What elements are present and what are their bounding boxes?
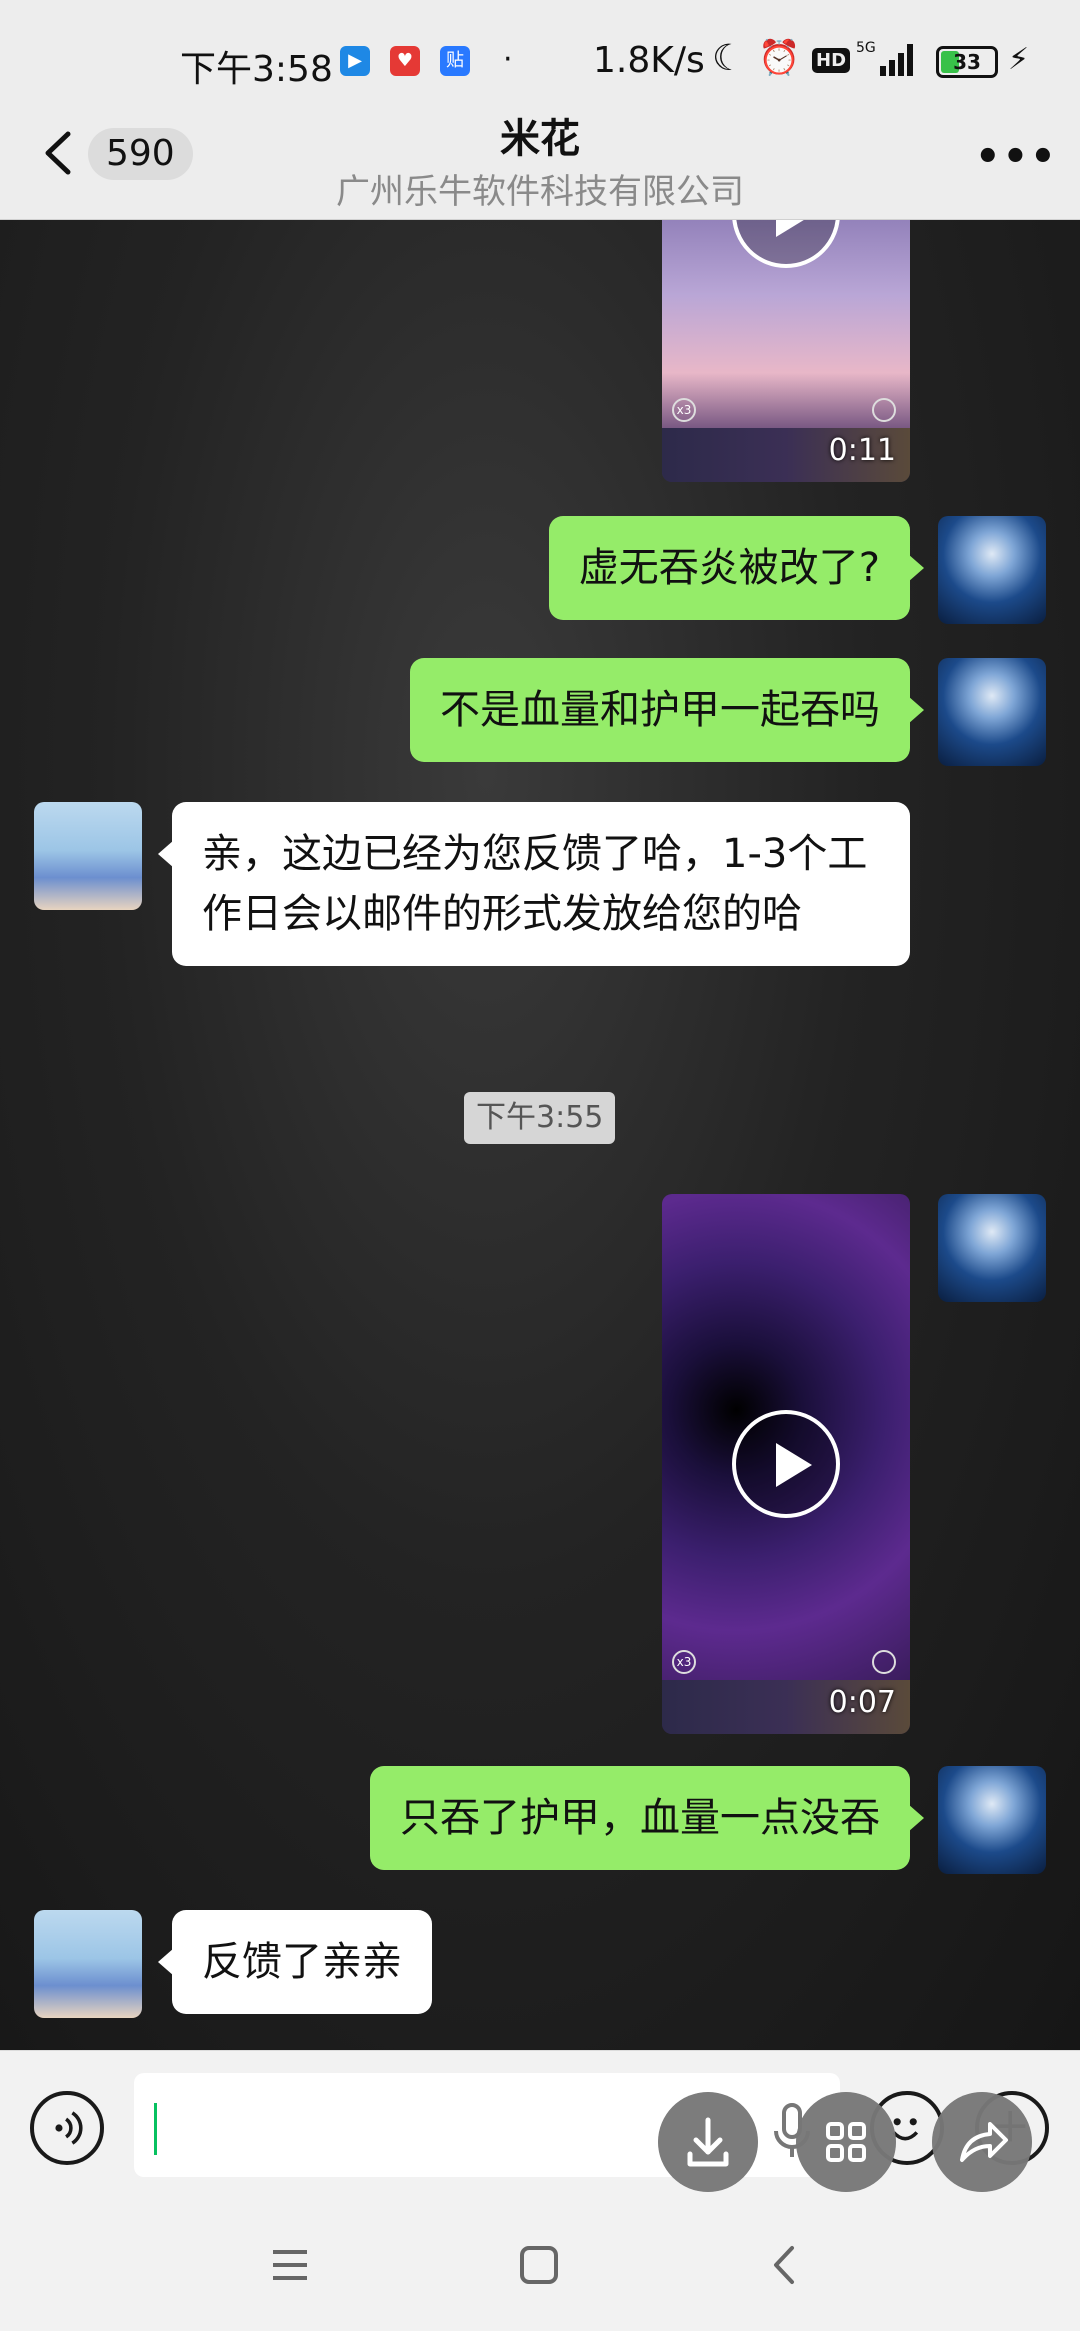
sent-message-bubble[interactable]: 虚无吞炎被改了? <box>548 516 925 620</box>
network-speed: 1.8K/s <box>593 40 705 81</box>
speed-icon: x3 <box>672 1650 696 1674</box>
home-nav-icon[interactable] <box>514 2240 564 2290</box>
charging-icon: ⚡ <box>1008 42 1030 77</box>
video-app-icon: ▶ <box>340 46 370 76</box>
speed-icon: x3 <box>672 398 696 422</box>
video-duration: 0:07 <box>828 1685 896 1720</box>
share-icon[interactable] <box>932 2092 1032 2192</box>
battery-icon: 33 <box>936 46 998 78</box>
status-bar: 下午3:58 ▶ ♥ 贴 · 1.8K/s ☾ ⏰ HD 5G 33 ⚡ <box>0 0 1080 120</box>
play-icon[interactable] <box>732 220 840 268</box>
moon-icon: ☾ <box>712 38 745 79</box>
battery-level: 33 <box>953 50 981 74</box>
my-avatar[interactable] <box>938 658 1046 766</box>
system-nav-bar <box>0 2200 1080 2331</box>
voice-input-icon[interactable] <box>30 2091 104 2165</box>
sent-message-bubble[interactable]: 不是血量和护甲一起吞吗 <box>410 658 924 762</box>
alarm-icon: ⏰ <box>758 38 801 78</box>
back-nav-icon[interactable] <box>762 2240 812 2290</box>
download-icon[interactable] <box>658 2092 758 2192</box>
skip-icon <box>872 1650 896 1674</box>
contact-avatar[interactable] <box>34 802 142 910</box>
menu-nav-icon[interactable] <box>265 2240 315 2290</box>
received-message-bubble[interactable]: 反馈了亲亲 <box>158 1910 432 2014</box>
signal-icon: 5G <box>856 40 913 76</box>
input-bar <box>0 2050 1080 2200</box>
play-icon[interactable] <box>732 1410 840 1518</box>
message-timestamp: 下午3:55 <box>464 1092 616 1144</box>
text-cursor <box>154 2103 157 2155</box>
my-avatar[interactable] <box>938 516 1046 624</box>
video-message[interactable]: x3 0:11 <box>662 220 910 482</box>
video-duration: 0:11 <box>828 433 896 468</box>
grid-menu-icon[interactable] <box>796 2092 896 2192</box>
my-avatar[interactable] <box>938 1766 1046 1874</box>
received-message-bubble[interactable]: 亲，这边已经为您反馈了哈，1-3个工作日会以邮件的形式发放给您的哈 <box>158 802 910 966</box>
tieba-app-icon: 贴 <box>440 46 470 76</box>
hd-badge: HD <box>812 48 851 73</box>
network-type-label: 5G <box>856 40 876 56</box>
contact-name: 米花 <box>500 116 580 162</box>
more-options-icon[interactable]: ••• <box>975 134 1058 180</box>
status-separator: · <box>503 42 513 77</box>
store-app-icon: ♥ <box>390 46 420 76</box>
contact-avatar[interactable] <box>34 1910 142 2018</box>
status-time: 下午3:58 <box>180 49 333 90</box>
skip-icon <box>872 398 896 422</box>
video-message[interactable]: x3 0:07 <box>662 1194 910 1734</box>
company-name: 广州乐牛软件科技有限公司 <box>336 172 744 212</box>
sent-message-bubble[interactable]: 只吞了护甲，血量一点没吞 <box>370 1766 924 1870</box>
top-bar: 下午3:58 ▶ ♥ 贴 · 1.8K/s ☾ ⏰ HD 5G 33 ⚡ 590… <box>0 0 1080 220</box>
chat-area[interactable]: x3 0:11 虚无吞炎被改了? 不是血量和护甲一起吞吗 亲，这边已经为您反馈了… <box>0 220 1080 2050</box>
my-avatar[interactable] <box>938 1194 1046 1302</box>
